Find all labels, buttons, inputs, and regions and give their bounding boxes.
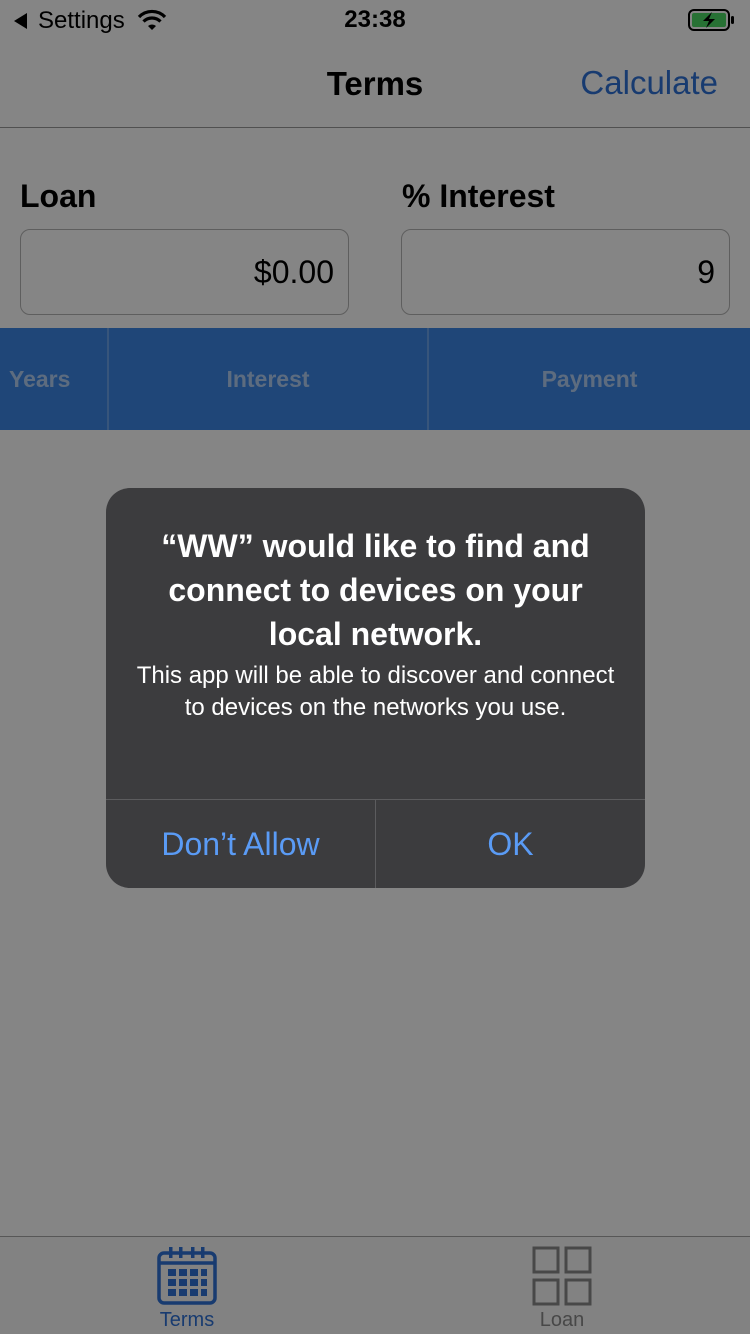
dont-allow-button[interactable]: Don’t Allow: [106, 800, 375, 888]
local-network-permission-alert: “WW” would like to find and connect to d…: [106, 488, 645, 888]
alert-body: “WW” would like to find and connect to d…: [106, 488, 645, 799]
loan-app-screen: Settings 23:38 Terms Calculate Loan % In…: [0, 0, 750, 1334]
alert-message: This app will be able to discover and co…: [136, 662, 615, 721]
ok-button[interactable]: OK: [376, 800, 645, 888]
alert-title: “WW” would like to find and connect to d…: [161, 528, 590, 652]
